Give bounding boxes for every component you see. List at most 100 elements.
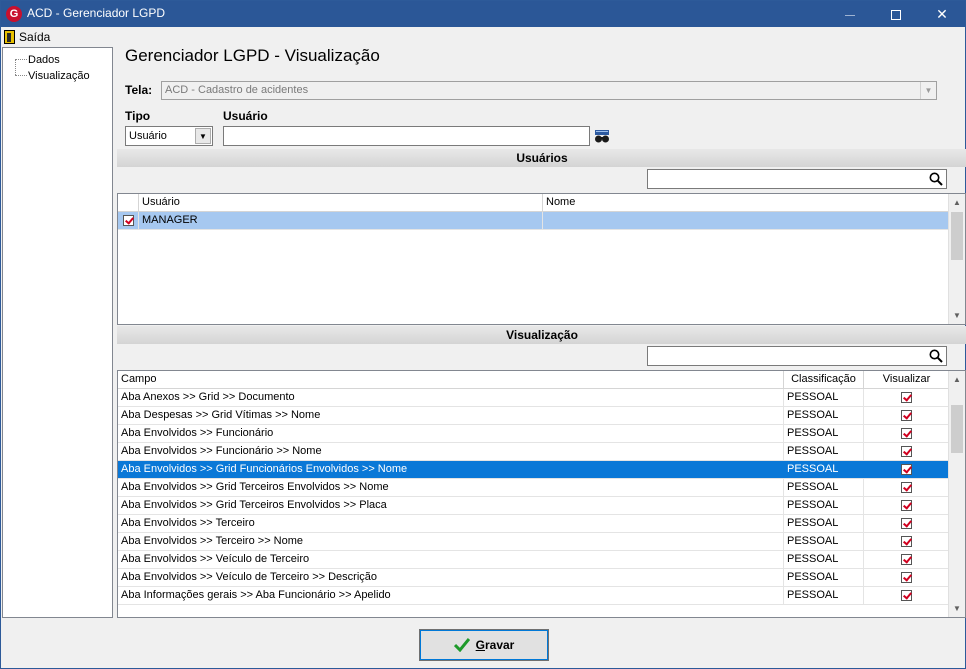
cell-campo: Aba Anexos >> Grid >> Documento <box>118 389 784 406</box>
column-header-campo[interactable]: Campo <box>118 371 784 389</box>
table-row[interactable]: Aba Despesas >> Grid Vítimas >> Nome PESS… <box>118 407 950 425</box>
minimize-icon <box>845 14 855 16</box>
cell-visualizar[interactable] <box>864 569 950 586</box>
app-window: G ACD - Gerenciador LGPD ✕ Saída Dados V… <box>0 0 966 669</box>
checkbox[interactable] <box>122 215 134 226</box>
cell-visualizar[interactable] <box>864 479 950 496</box>
cell-visualizar[interactable] <box>864 497 950 514</box>
table-row[interactable]: MANAGER <box>118 212 950 230</box>
cell-visualizar[interactable] <box>864 533 950 550</box>
table-row[interactable]: Aba Envolvidos >> Veículo de Terceiro >>… <box>118 569 950 587</box>
scrollbar-thumb[interactable] <box>951 405 963 453</box>
visualizar-checkbox[interactable] <box>901 446 912 457</box>
cell-classificacao: PESSOAL <box>784 515 864 532</box>
visualizar-checkbox[interactable] <box>901 482 912 493</box>
visualizar-checkbox[interactable] <box>901 428 912 439</box>
close-icon: ✕ <box>936 6 948 22</box>
visualizar-checkbox[interactable] <box>901 590 912 601</box>
search-icon[interactable] <box>929 172 943 186</box>
column-header-nome[interactable]: Nome <box>543 194 950 212</box>
cell-campo: Aba Envolvidos >> Veículo de Terceiro <box>118 551 784 568</box>
table-row[interactable]: Aba Envolvidos >> Veículo de Terceiro PES… <box>118 551 950 569</box>
minimize-button[interactable] <box>827 1 873 27</box>
table-row[interactable]: Aba Informações gerais >> Aba Funcionári… <box>118 587 950 605</box>
visualizar-checkbox[interactable] <box>901 500 912 511</box>
cell-classificacao: PESSOAL <box>784 569 864 586</box>
tela-select[interactable]: ACD - Cadastro de acidentes ▼ <box>161 81 937 100</box>
cell-campo: Aba Envolvidos >> Grid Funcionários Envo… <box>118 461 784 478</box>
cell-classificacao: PESSOAL <box>784 497 864 514</box>
usuarios-scrollbar[interactable]: ▲ ▼ <box>948 194 965 324</box>
row-checkbox-cell[interactable] <box>118 212 139 229</box>
chevron-down-icon[interactable]: ▼ <box>920 82 936 99</box>
visualizacao-search-input[interactable] <box>647 346 947 366</box>
menu-item-saida[interactable]: Saída <box>4 28 50 45</box>
column-header-usuario[interactable]: Usuário <box>139 194 543 212</box>
usuario-input[interactable] <box>223 126 590 146</box>
cell-campo: Aba Envolvidos >> Veículo de Terceiro >>… <box>118 569 784 586</box>
menu-bar: Saída <box>1 27 965 46</box>
table-row[interactable]: Aba Envolvidos >> Grid Funcionários Envo… <box>118 461 950 479</box>
cell-classificacao: PESSOAL <box>784 461 864 478</box>
cell-classificacao: PESSOAL <box>784 533 864 550</box>
search-icon[interactable] <box>929 349 943 363</box>
cell-classificacao: PESSOAL <box>784 587 864 604</box>
binoculars-search-icon[interactable] <box>594 129 610 144</box>
scrollbar-thumb[interactable] <box>951 212 963 260</box>
scroll-up-icon[interactable]: ▲ <box>949 194 965 211</box>
scroll-down-icon[interactable]: ▼ <box>949 307 965 324</box>
table-row[interactable]: Aba Envolvidos >> Funcionário PESSOAL <box>118 425 950 443</box>
cell-visualizar[interactable] <box>864 551 950 568</box>
cell-visualizar[interactable] <box>864 461 950 478</box>
usuarios-search-input[interactable] <box>647 169 947 189</box>
close-button[interactable]: ✕ <box>919 1 965 27</box>
cell-visualizar[interactable] <box>864 389 950 406</box>
app-logo-icon: G <box>6 6 22 22</box>
cell-campo: Aba Envolvidos >> Terceiro <box>118 515 784 532</box>
cell-campo: Aba Envolvidos >> Grid Terceiros Envolvi… <box>118 479 784 496</box>
gravar-button[interactable]: Gravar <box>419 629 549 661</box>
cell-visualizar[interactable] <box>864 425 950 442</box>
cell-classificacao: PESSOAL <box>784 389 864 406</box>
cell-campo: Aba Envolvidos >> Terceiro >> Nome <box>118 533 784 550</box>
cell-visualizar[interactable] <box>864 443 950 460</box>
cell-campo: Aba Despesas >> Grid Vítimas >> Nome <box>118 407 784 424</box>
maximize-button[interactable] <box>873 1 919 27</box>
cell-campo: Aba Envolvidos >> Funcionário >> Nome <box>118 443 784 460</box>
visualizar-checkbox[interactable] <box>901 464 912 475</box>
chevron-down-icon[interactable]: ▼ <box>195 128 211 144</box>
visualizar-checkbox[interactable] <box>901 572 912 583</box>
cell-classificacao: PESSOAL <box>784 407 864 424</box>
exit-door-icon <box>4 29 15 44</box>
column-header-visualizar[interactable]: Visualizar <box>864 371 950 389</box>
table-row[interactable]: Aba Envolvidos >> Grid Terceiros Envolvi… <box>118 479 950 497</box>
visualizar-checkbox[interactable] <box>901 554 912 565</box>
scroll-down-icon[interactable]: ▼ <box>949 600 965 617</box>
cell-visualizar[interactable] <box>864 587 950 604</box>
maximize-icon <box>891 10 901 21</box>
table-row[interactable]: Aba Envolvidos >> Funcionário >> Nome PES… <box>118 443 950 461</box>
column-header-classificacao[interactable]: Classificação <box>784 371 864 389</box>
check-column-header <box>118 194 139 212</box>
scroll-up-icon[interactable]: ▲ <box>949 371 965 388</box>
table-row[interactable]: Aba Envolvidos >> Grid Terceiros Envolvi… <box>118 497 950 515</box>
cell-visualizar[interactable] <box>864 515 950 532</box>
tree-item-visualizacao[interactable]: Visualização <box>3 68 90 83</box>
visualizar-checkbox[interactable] <box>901 410 912 421</box>
visualizar-checkbox[interactable] <box>901 518 912 529</box>
tree-item-dados[interactable]: Dados <box>3 52 60 67</box>
tipo-select[interactable]: Usuário ▼ <box>125 126 213 146</box>
tela-label: Tela: <box>125 83 153 97</box>
cell-nome <box>543 212 950 229</box>
table-row[interactable]: Aba Anexos >> Grid >> Documento PESSOAL <box>118 389 950 407</box>
usuarios-grid: Usuário Nome MANAGER ▲ ▼ <box>117 193 966 325</box>
visualizar-checkbox[interactable] <box>901 392 912 403</box>
table-row[interactable]: Aba Envolvidos >> Terceiro PESSOAL <box>118 515 950 533</box>
navigation-tree: Dados Visualização <box>2 47 113 618</box>
usuarios-section-header: Usuários <box>117 149 966 167</box>
cell-classificacao: PESSOAL <box>784 425 864 442</box>
table-row[interactable]: Aba Envolvidos >> Terceiro >> Nome PESSOA… <box>118 533 950 551</box>
visualizar-checkbox[interactable] <box>901 536 912 547</box>
cell-visualizar[interactable] <box>864 407 950 424</box>
visualizacao-scrollbar[interactable]: ▲ ▼ <box>948 371 965 617</box>
